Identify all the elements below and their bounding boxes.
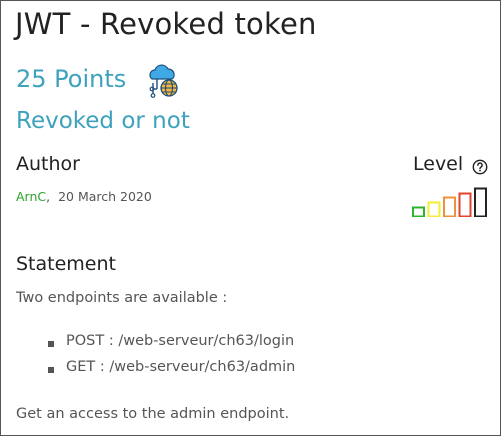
statement-heading: Statement (16, 253, 116, 275)
cloud-network-globe-icon (145, 63, 181, 99)
endpoint-item: GET : /web-serveur/ch63/admin (48, 359, 295, 385)
endpoint-text: POST : /web-serveur/ch63/login (66, 333, 295, 349)
endpoint-text: GET : /web-serveur/ch63/admin (66, 359, 296, 375)
level-bar-1 (412, 206, 425, 217)
level-bar-2 (427, 201, 441, 217)
author-separator: , (46, 189, 51, 204)
challenge-title: JWT - Revoked token (15, 7, 317, 41)
bullet-icon (48, 367, 54, 373)
difficulty-level-bars (412, 187, 487, 217)
endpoint-list: POST : /web-serveur/ch63/login GET : /we… (48, 333, 295, 385)
endpoint-item: POST : /web-serveur/ch63/login (48, 333, 295, 359)
statement-goal: Get an access to the admin endpoint. (16, 406, 290, 422)
level-heading: Level (413, 153, 464, 175)
author-name-link[interactable]: ArnC (16, 189, 46, 204)
level-bar-3 (443, 196, 456, 217)
bullet-icon (48, 341, 54, 347)
challenge-subtitle: Revoked or not (16, 108, 190, 134)
question-circle-icon[interactable] (472, 159, 488, 175)
author-line: ArnC, 20 March 2020 (16, 189, 152, 204)
level-bar-4 (458, 192, 472, 217)
statement-intro: Two endpoints are available : (16, 290, 228, 306)
level-bar-5 (474, 187, 487, 217)
author-heading: Author (16, 153, 80, 175)
challenge-panel: JWT - Revoked token 25 Points Revoked or… (0, 0, 501, 436)
author-date: 20 March 2020 (58, 189, 152, 204)
points-value: 25 Points (16, 65, 127, 93)
